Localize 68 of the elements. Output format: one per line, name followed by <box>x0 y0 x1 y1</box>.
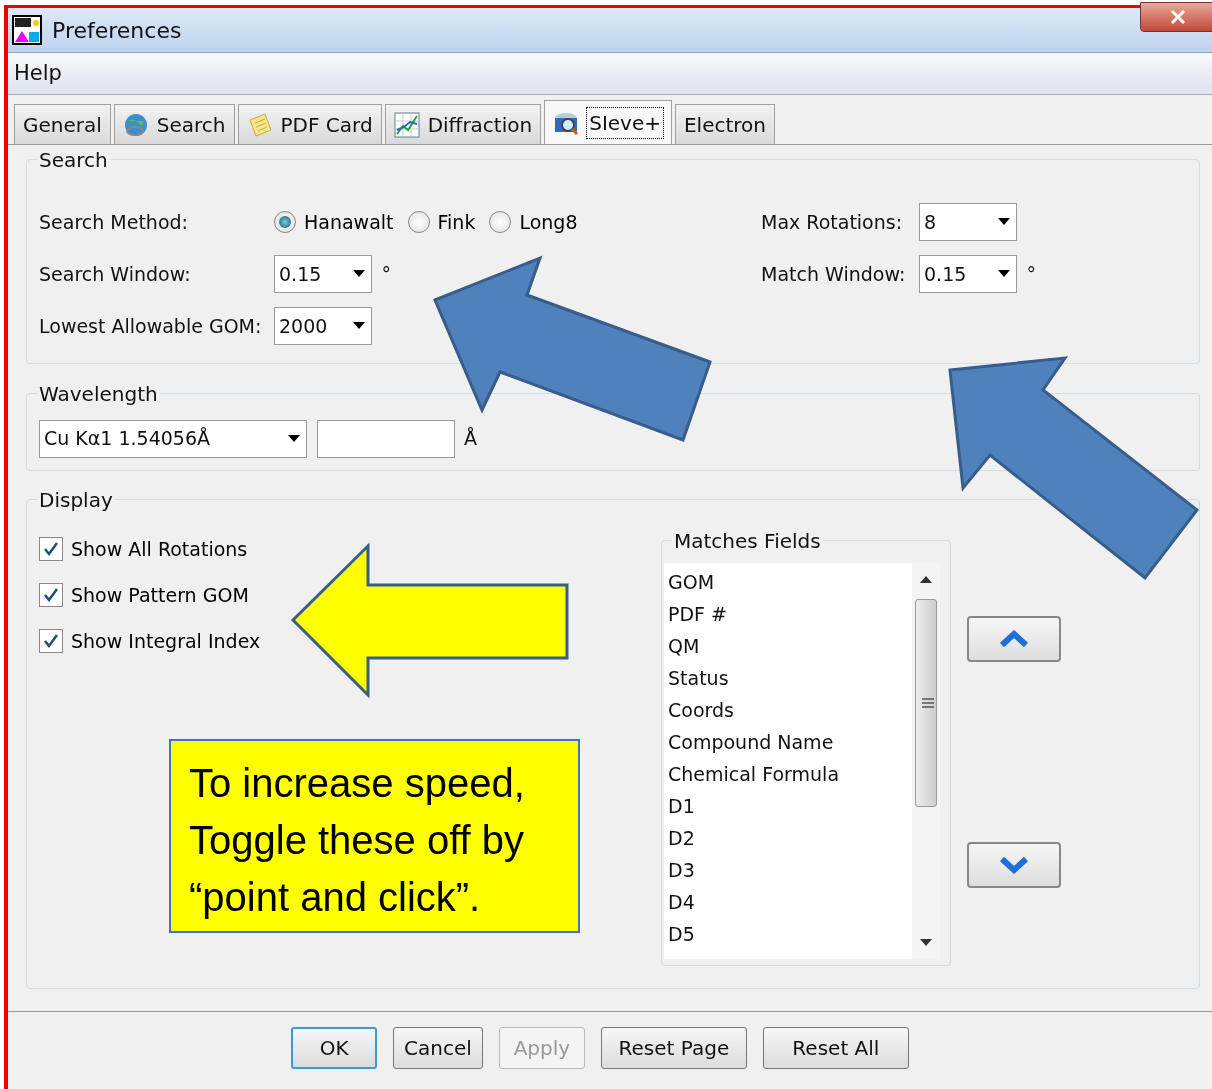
checkbox-option[interactable]: Show All Rotations <box>39 526 248 572</box>
note-icon <box>246 111 273 138</box>
caret-icon <box>353 322 365 330</box>
dropdown[interactable]: 8 <box>919 203 1017 241</box>
close-button[interactable] <box>1140 2 1212 32</box>
caret-icon <box>998 270 1010 278</box>
dropdown[interactable]: 0.15 <box>274 255 372 293</box>
dialog-button[interactable]: Cancel <box>393 1026 483 1069</box>
caret-icon <box>288 434 300 443</box>
checkbox-option[interactable]: Show Integral Index <box>39 618 261 664</box>
window-title: Preferences <box>52 16 182 45</box>
chevron-up-icon <box>999 630 1029 648</box>
move-up-button[interactable] <box>967 616 1061 662</box>
unit-label: ° <box>381 261 391 287</box>
chart-icon <box>393 111 420 138</box>
dialog-button[interactable]: OK <box>291 1026 378 1069</box>
field-label: Lowest Allowable GOM: <box>39 313 263 339</box>
field-label: Search Window: <box>39 261 192 287</box>
list-item[interactable]: PDF # <box>664 599 912 631</box>
scroll-down-icon <box>920 939 932 947</box>
close-icon <box>1170 9 1186 25</box>
tab[interactable]: SIeve+ <box>544 100 672 144</box>
list-item[interactable]: D1 <box>664 791 912 823</box>
unit-label: Å <box>464 426 477 452</box>
grip-icon <box>922 698 934 710</box>
app-logo-icon <box>12 15 42 45</box>
list-item[interactable]: D5 <box>664 919 912 951</box>
tab[interactable]: General <box>14 104 111 144</box>
list-item[interactable]: D3 <box>664 855 912 887</box>
input-field[interactable] <box>316 419 455 458</box>
radio-option[interactable]: Fink <box>407 207 476 237</box>
globe-icon <box>122 111 149 138</box>
list-item[interactable]: Chemical Formula <box>664 759 912 791</box>
check-icon <box>43 541 59 557</box>
radio-option[interactable]: Long8 <box>489 207 578 237</box>
list-item[interactable]: Coords <box>664 695 912 727</box>
tab[interactable]: Electron <box>675 104 775 144</box>
dialog-button[interactable]: Reset Page <box>600 1026 747 1069</box>
check-icon <box>43 633 59 649</box>
list-item[interactable]: QM <box>664 631 912 663</box>
menu-item[interactable]: Help <box>14 57 62 90</box>
list-item[interactable]: D4 <box>664 887 912 919</box>
caret-icon <box>353 270 365 278</box>
tab[interactable]: Search <box>113 104 235 144</box>
chevron-down-icon <box>999 856 1029 874</box>
tab[interactable]: Diffraction <box>384 104 542 144</box>
dialog-button[interactable]: Reset All <box>762 1026 909 1069</box>
scroll-up-icon <box>920 575 932 583</box>
unit-label: ° <box>1026 261 1036 287</box>
field-label: Max Rotations: <box>761 209 904 235</box>
dropdown[interactable]: Cu Kα1 1.54056Å <box>39 419 307 458</box>
list-item[interactable]: GOM <box>664 567 912 599</box>
list-item[interactable]: Compound Name <box>664 727 912 759</box>
dropdown[interactable]: 0.15 <box>919 255 1017 293</box>
check-icon <box>43 587 59 603</box>
list-item[interactable]: Status <box>664 663 912 695</box>
list-item[interactable]: D2 <box>664 823 912 855</box>
radio-option[interactable]: Hanawalt <box>274 207 394 237</box>
tab[interactable]: PDF Card <box>237 104 382 144</box>
scroll-thumb[interactable] <box>915 599 937 807</box>
move-down-button[interactable] <box>967 842 1061 888</box>
callout-note: To increase speed, Toggle these off by “point and click”. <box>169 739 580 933</box>
scrollbar[interactable] <box>912 563 940 959</box>
caret-icon <box>998 218 1010 226</box>
dropdown[interactable]: 2000 <box>274 307 372 345</box>
field-label: Search Method: <box>39 209 189 235</box>
field-label: Match Window: <box>761 261 907 287</box>
checkbox-option[interactable]: Show Pattern GOM <box>39 572 249 618</box>
